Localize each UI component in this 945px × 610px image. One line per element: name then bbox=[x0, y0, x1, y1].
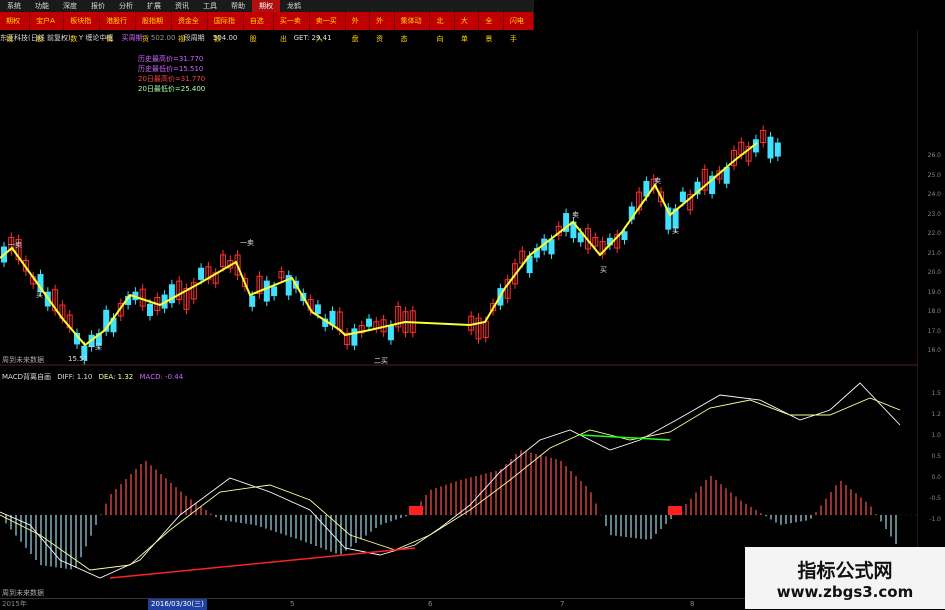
macd-tick: 1.2 bbox=[931, 411, 941, 418]
price-tick: 21.0 bbox=[927, 249, 941, 257]
candle-body bbox=[351, 328, 358, 346]
candle-body bbox=[249, 295, 256, 307]
divergence-marker bbox=[668, 506, 682, 515]
macd-tick: -0.5 bbox=[929, 495, 941, 502]
time-tick: 5 bbox=[290, 600, 295, 608]
signal-buy: 一买 bbox=[88, 343, 102, 351]
candle-body bbox=[387, 324, 394, 341]
low-price-label: 15.51 bbox=[68, 355, 89, 363]
dea-line bbox=[0, 397, 901, 571]
watermark: 指标公式网 www.zbgs3.com bbox=[745, 547, 945, 609]
signal-sell: 卖 bbox=[572, 211, 579, 219]
watermark-title: 指标公式网 bbox=[797, 559, 893, 582]
candle-body bbox=[621, 231, 628, 240]
signal-buy: 二买 bbox=[374, 357, 388, 365]
price-tick: 16.0 bbox=[927, 347, 941, 354]
candle-body bbox=[679, 191, 686, 202]
time-tick: 7 bbox=[560, 600, 565, 608]
signal-sell: 一卖 bbox=[8, 241, 22, 249]
candle-body bbox=[774, 142, 781, 157]
macd-tick: 0.5 bbox=[931, 453, 941, 460]
time-tick: 2016/03/30(三) bbox=[148, 599, 207, 610]
macd-tick: -1.0 bbox=[929, 516, 941, 523]
macd-tick: 1.5 bbox=[931, 390, 941, 397]
signal-buy: 买 bbox=[36, 291, 43, 299]
signal-buy: 买 bbox=[600, 266, 607, 274]
macd-tick: 1.0 bbox=[931, 432, 941, 439]
candle-body bbox=[198, 267, 205, 280]
candle-body bbox=[366, 318, 372, 327]
price-tick: 23.0 bbox=[927, 210, 941, 218]
macd-tick: 0.0 bbox=[931, 474, 941, 481]
time-tick: 6 bbox=[428, 600, 433, 608]
price-tick: 17.0 bbox=[927, 327, 941, 335]
price-tick: 26.0 bbox=[927, 152, 941, 159]
macd-future-label: 周到未来数据 bbox=[2, 589, 44, 597]
signal-buy: 买 bbox=[672, 227, 679, 235]
candle-body bbox=[767, 136, 774, 159]
bullish-divergence-line bbox=[109, 547, 416, 579]
price-tick: 19.0 bbox=[927, 288, 941, 296]
candlestick-chart[interactable] bbox=[0, 0, 918, 598]
price-tick: 22.0 bbox=[927, 230, 941, 237]
macd-title: MACD背离自画 DIFF: 1.10 DEA: 1.32 MACD: -0.4… bbox=[2, 373, 184, 381]
time-tick: 8 bbox=[690, 600, 695, 608]
price-tick: 25.0 bbox=[927, 171, 941, 179]
candle-body bbox=[548, 239, 555, 255]
future-data-label: 周到未来数据 bbox=[2, 356, 44, 364]
price-tick: 24.0 bbox=[927, 191, 941, 198]
candle-body bbox=[271, 286, 278, 297]
watermark-url: www.zbgs3.com bbox=[776, 582, 914, 601]
signal-sell: 一卖 bbox=[240, 239, 254, 247]
candle-body bbox=[147, 303, 153, 316]
signal-sell: 卖 bbox=[654, 177, 661, 185]
time-tick: 2015年 bbox=[2, 600, 27, 608]
candle-body bbox=[263, 280, 270, 302]
bearish-divergence-line bbox=[579, 434, 671, 441]
candle-body bbox=[314, 304, 321, 315]
divergence-marker bbox=[409, 506, 423, 515]
price-tick: 20.0 bbox=[927, 269, 941, 276]
price-tick: 18.0 bbox=[927, 308, 941, 315]
